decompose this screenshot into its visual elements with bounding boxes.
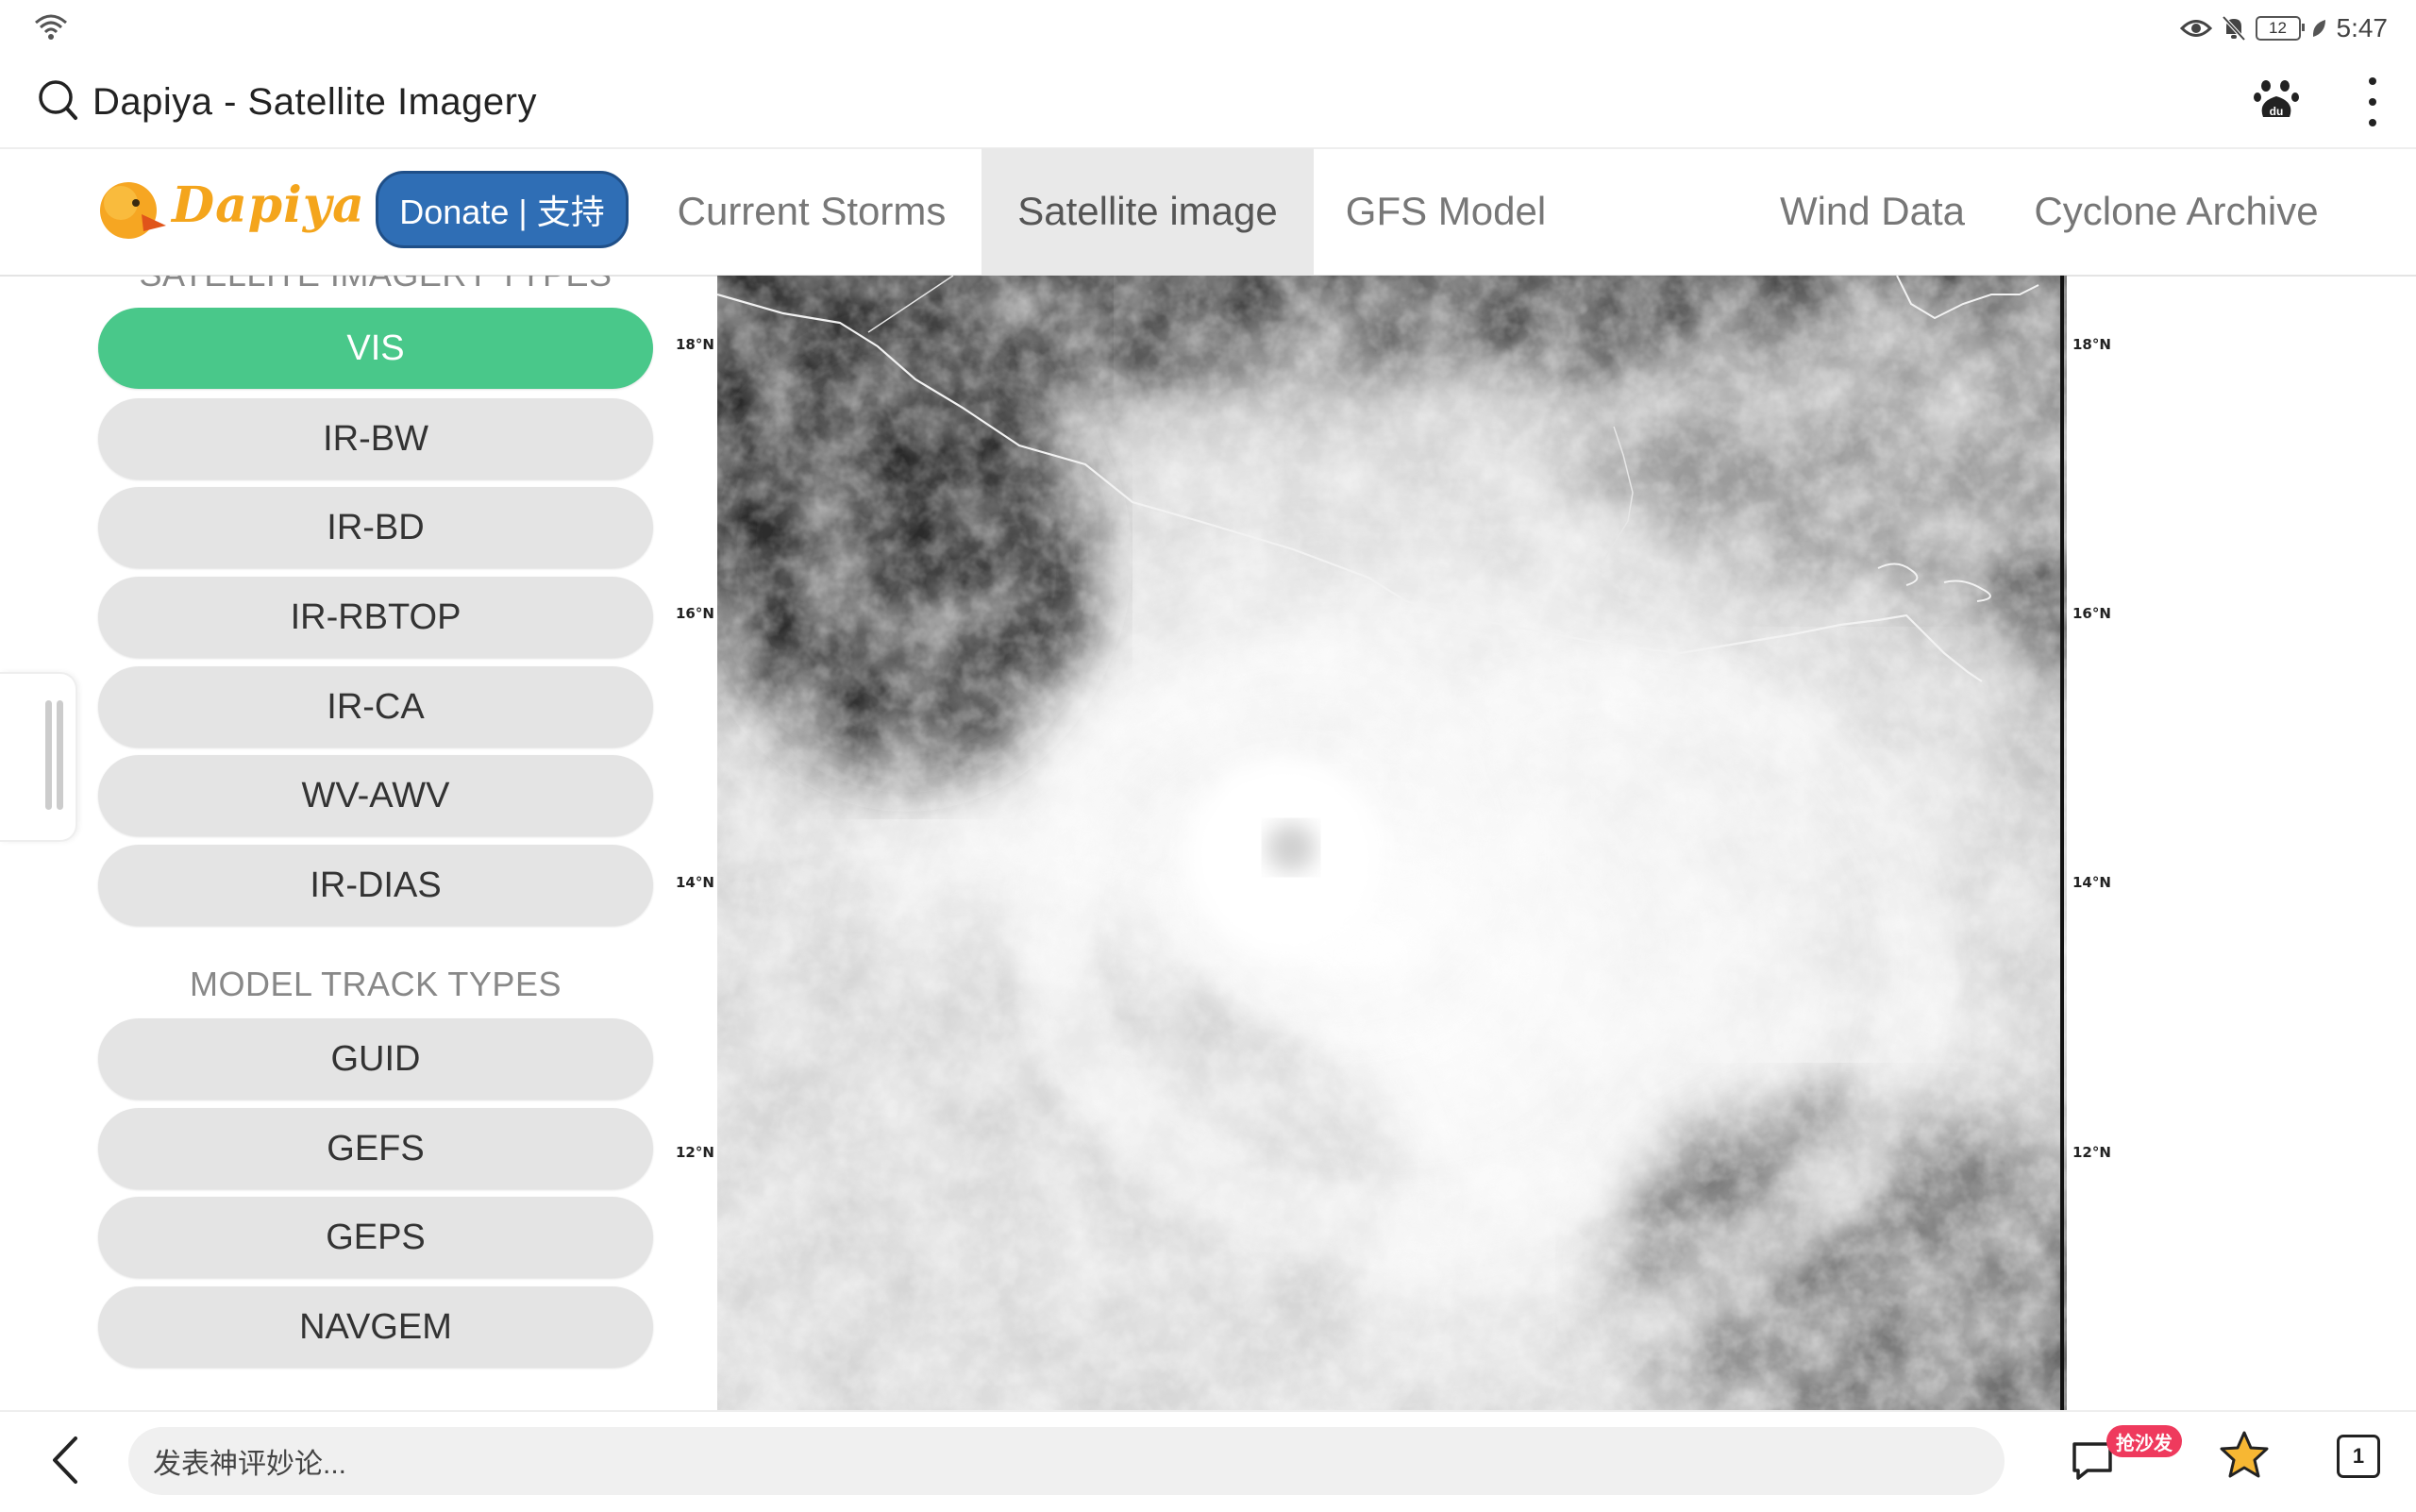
- tab-wind-data[interactable]: Wind Data: [1757, 148, 1988, 275]
- model-geps-button[interactable]: GEPS: [98, 1197, 653, 1278]
- tab-gfs-model[interactable]: GFS Model: [1333, 148, 1559, 275]
- search-icon[interactable]: [38, 79, 79, 123]
- donate-button[interactable]: Donate | 支持: [376, 171, 629, 248]
- imagery-wv-awv-button[interactable]: WV-AWV: [98, 755, 653, 836]
- imagery-ir-dias-button[interactable]: IR-DIAS: [98, 845, 653, 926]
- tabs-count-icon[interactable]: 1: [2337, 1435, 2380, 1478]
- mute-bell-icon: [2222, 15, 2245, 42]
- favorite-star-icon[interactable]: [2218, 1429, 2271, 1482]
- imagery-ir-bd-button[interactable]: IR-BD: [98, 487, 653, 568]
- imagery-ir-bw-button[interactable]: IR-BW: [98, 398, 653, 479]
- tab-cyclone-archive[interactable]: Cyclone Archive: [2025, 148, 2327, 275]
- svg-text:du: du: [2270, 105, 2284, 118]
- imagery-ir-rbtop-button[interactable]: IR-RBTOP: [98, 577, 653, 658]
- lat-label-left: 14°N: [676, 874, 714, 891]
- site-nav: Dapiya Donate | 支持 Current Storms Satell…: [0, 148, 2416, 277]
- imagery-types-heading: SATELLITE IMAGERY TYPES: [98, 276, 653, 294]
- baidu-paw-icon[interactable]: du: [2254, 77, 2299, 123]
- lat-label-left: 12°N: [676, 1144, 714, 1161]
- imagery-ir-ca-button[interactable]: IR-CA: [98, 666, 653, 748]
- battery-icon: 12: [2255, 16, 2305, 41]
- lat-label-right: 14°N: [2072, 874, 2111, 891]
- duck-logo-icon: [100, 182, 166, 239]
- model-navgem-button[interactable]: NAVGEM: [98, 1286, 653, 1368]
- side-drawer-handle[interactable]: [0, 672, 77, 842]
- model-guid-button[interactable]: GUID: [98, 1018, 653, 1100]
- sidebar: SATELLITE IMAGERY TYPES VIS IR-BW IR-BD …: [0, 276, 717, 1408]
- dapiya-logo[interactable]: Dapiya: [96, 171, 364, 246]
- model-track-types-heading: MODEL TRACK TYPES: [190, 965, 562, 1003]
- imagery-vis-button[interactable]: VIS: [98, 308, 653, 389]
- eye-icon: [2179, 20, 2212, 37]
- tab-current-storms[interactable]: Current Storms: [661, 148, 963, 275]
- comment-badge: 抢沙发: [2106, 1425, 2182, 1457]
- more-menu-icon[interactable]: [2363, 77, 2382, 126]
- lat-label-left: 16°N: [676, 605, 714, 622]
- lat-label-right: 16°N: [2072, 605, 2111, 622]
- logo-text: Dapiya: [172, 176, 365, 234]
- status-bar: 12 5:47: [0, 0, 2416, 55]
- satellite-image-panel[interactable]: 18°N 16°N 14°N 12°N 18°N 16°N 14°N 12°N: [674, 276, 2146, 1410]
- tab-satellite-image[interactable]: Satellite image: [982, 148, 1314, 275]
- clock: 5:47: [2336, 13, 2389, 42]
- lat-label-right: 12°N: [2072, 1144, 2111, 1161]
- model-gefs-button[interactable]: GEFS: [98, 1108, 653, 1189]
- hurricane-satellite-image[interactable]: [717, 276, 2067, 1410]
- comment-input[interactable]: 发表神评妙论...: [128, 1427, 2005, 1495]
- lat-label-right: 18°N: [2072, 336, 2111, 353]
- page-title[interactable]: Dapiya - Satellite Imagery: [92, 81, 537, 124]
- leaf-icon: [2312, 20, 2325, 37]
- address-bar[interactable]: Dapiya - Satellite Imagery du: [0, 55, 2416, 149]
- back-arrow-icon[interactable]: [47, 1435, 85, 1486]
- lat-label-left: 18°N: [676, 336, 714, 353]
- bottom-toolbar: 发表神评妙论... 抢沙发 1: [0, 1410, 2416, 1512]
- wifi-icon: [35, 14, 67, 40]
